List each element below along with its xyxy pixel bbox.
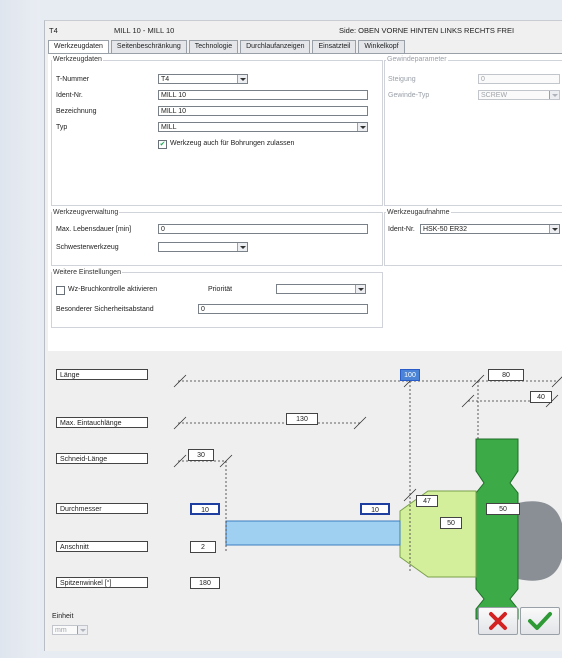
further-settings-title: Weitere Einstellungen: [52, 269, 122, 276]
breakage-checkbox[interactable]: ✔: [56, 286, 65, 295]
holder-ident-select[interactable]: HSK-50 ER32: [420, 224, 560, 234]
diameter-input[interactable]: 10: [190, 503, 220, 515]
length-input[interactable]: 100: [400, 369, 420, 381]
t-number-value: T4: [161, 76, 170, 83]
tool-holder-group: [384, 212, 562, 266]
tool-dialog: T4 MILL 10 - MILL 10 Side: OBEN VORNE HI…: [44, 20, 562, 651]
max-life-value: 0: [161, 226, 165, 233]
tab-angle-head[interactable]: Winkelkopf: [358, 40, 405, 53]
allow-drilling-checkbox[interactable]: ✔: [158, 140, 167, 149]
unit-select[interactable]: mm: [52, 625, 88, 635]
chevron-down-icon: [549, 225, 559, 233]
type-select[interactable]: MILL: [158, 122, 368, 132]
length-label: Länge: [56, 369, 148, 380]
max-life-label: Max. Lebensdauer [min]: [56, 226, 132, 233]
chevron-down-icon: [549, 91, 559, 99]
holder-ident-value: HSK-50 ER32: [423, 226, 467, 233]
safety-value: 0: [201, 306, 205, 313]
tip-angle-label: Spitzenwinkel [°]: [56, 577, 148, 588]
tool-management-title: Werkzeugverwaltung: [52, 209, 120, 216]
unit-label: Einheit: [52, 613, 74, 620]
tab-pass-display[interactable]: Durchlaufanzeigen: [240, 40, 311, 53]
ident-value: MILL 10: [161, 92, 187, 99]
thread-type-value: SCREW: [481, 92, 508, 99]
pitch-field[interactable]: 0: [478, 74, 560, 84]
type-value: MILL: [161, 124, 177, 131]
tool-name: MILL 10 - MILL 10: [114, 26, 175, 35]
sister-tool-label: Schwesterwerkzeug: [56, 244, 119, 251]
cuts-label: Anschnitt: [56, 541, 148, 552]
cone-small-diameter-input[interactable]: 47: [416, 495, 438, 507]
holder-flange-shape: [475, 438, 519, 620]
chevron-down-icon: [237, 243, 247, 251]
tick-mark: [551, 376, 562, 388]
ident-label: Ident-Nr.: [56, 92, 83, 99]
tick-mark: [173, 454, 187, 468]
tab-bar: Werkzeugdaten Seitenbeschränkung Technol…: [48, 40, 407, 54]
unit-value: mm: [55, 627, 67, 634]
cuts-input[interactable]: 2: [190, 541, 216, 553]
tool-id: T4: [49, 26, 58, 35]
name-value: MILL 10: [161, 108, 187, 115]
priority-select[interactable]: [276, 284, 366, 294]
thread-title: Gewindeparameter: [386, 56, 448, 63]
spindle-shape: [518, 501, 562, 581]
cutting-length-input[interactable]: 30: [188, 449, 214, 461]
side-label: Side: OBEN VORNE HINTEN LINKS RECHTS FRE…: [339, 26, 515, 35]
tab-technology[interactable]: Technologie: [188, 40, 239, 53]
sister-tool-select[interactable]: [158, 242, 248, 252]
max-life-field[interactable]: 0: [158, 224, 368, 234]
tab-insert[interactable]: Einsatzteil: [312, 40, 357, 53]
tab-panel: Werkzeugdaten T-Nummer T4 Ident-Nr. MILL…: [48, 53, 562, 352]
cutting-length-label: Schneid-Länge: [56, 453, 148, 464]
tick-mark: [173, 374, 187, 388]
pitch-label: Steigung: [388, 76, 416, 83]
tool-management-group: [51, 212, 383, 266]
holder-step-input[interactable]: 40: [530, 391, 552, 403]
tick-mark: [173, 416, 187, 430]
thread-type-label: Gewinde-Typ: [388, 92, 430, 99]
diameter-label: Durchmesser: [56, 503, 148, 514]
priority-label: Priorität: [208, 286, 233, 293]
max-plunge-input[interactable]: 130: [286, 413, 318, 425]
tab-tool-data[interactable]: Werkzeugdaten: [48, 40, 109, 54]
shank-diameter-input[interactable]: 10: [360, 503, 390, 515]
chevron-down-icon: [355, 285, 365, 293]
further-settings-group: [51, 272, 383, 328]
t-number-select[interactable]: T4: [158, 74, 248, 84]
name-label: Bezeichnung: [56, 108, 97, 115]
ok-button[interactable]: [520, 607, 560, 635]
safety-label: Besonderer Sicherheitsabstand: [56, 306, 154, 313]
holder-ident-label: Ident-Nr.: [388, 226, 415, 233]
tool-shank-shape: [225, 520, 401, 546]
breakage-label: Wz-Bruchkontrolle aktivieren: [68, 286, 158, 293]
tool-data-title: Werkzeugdaten: [52, 56, 103, 63]
tab-side-limit[interactable]: Seitenbeschränkung: [110, 40, 187, 53]
allow-drilling-label: Werkzeug auch für Bohrungen zulassen: [170, 140, 295, 147]
flange-diameter-input[interactable]: 50: [486, 503, 520, 515]
ident-field[interactable]: MILL 10: [158, 90, 368, 100]
max-plunge-label: Max. Eintauchlänge: [56, 417, 148, 428]
tip-angle-input[interactable]: 180: [190, 577, 220, 589]
cross-icon: [489, 612, 507, 630]
tool-drawing: [173, 374, 562, 620]
checkmark-icon: [528, 612, 552, 630]
thread-type-select[interactable]: SCREW: [478, 90, 560, 100]
pitch-value: 0: [481, 76, 485, 83]
chevron-down-icon: [357, 123, 367, 131]
t-number-label: T-Nummer: [56, 76, 90, 83]
chevron-down-icon: [77, 626, 87, 634]
tool-drawing-area: Länge Max. Eintauchlänge Schneid-Länge D…: [48, 351, 562, 651]
tool-holder-title: Werkzeugaufnahme: [386, 209, 451, 216]
chevron-down-icon: [237, 75, 247, 83]
holder-length-input[interactable]: 80: [488, 369, 524, 381]
cancel-button[interactable]: [478, 607, 518, 635]
name-field[interactable]: MILL 10: [158, 106, 368, 116]
cone-large-diameter-input[interactable]: 50: [440, 517, 462, 529]
holder-cone-shape: [399, 490, 477, 578]
safety-field[interactable]: 0: [198, 304, 368, 314]
type-label: Typ: [56, 124, 68, 131]
background-edge: [0, 0, 40, 658]
